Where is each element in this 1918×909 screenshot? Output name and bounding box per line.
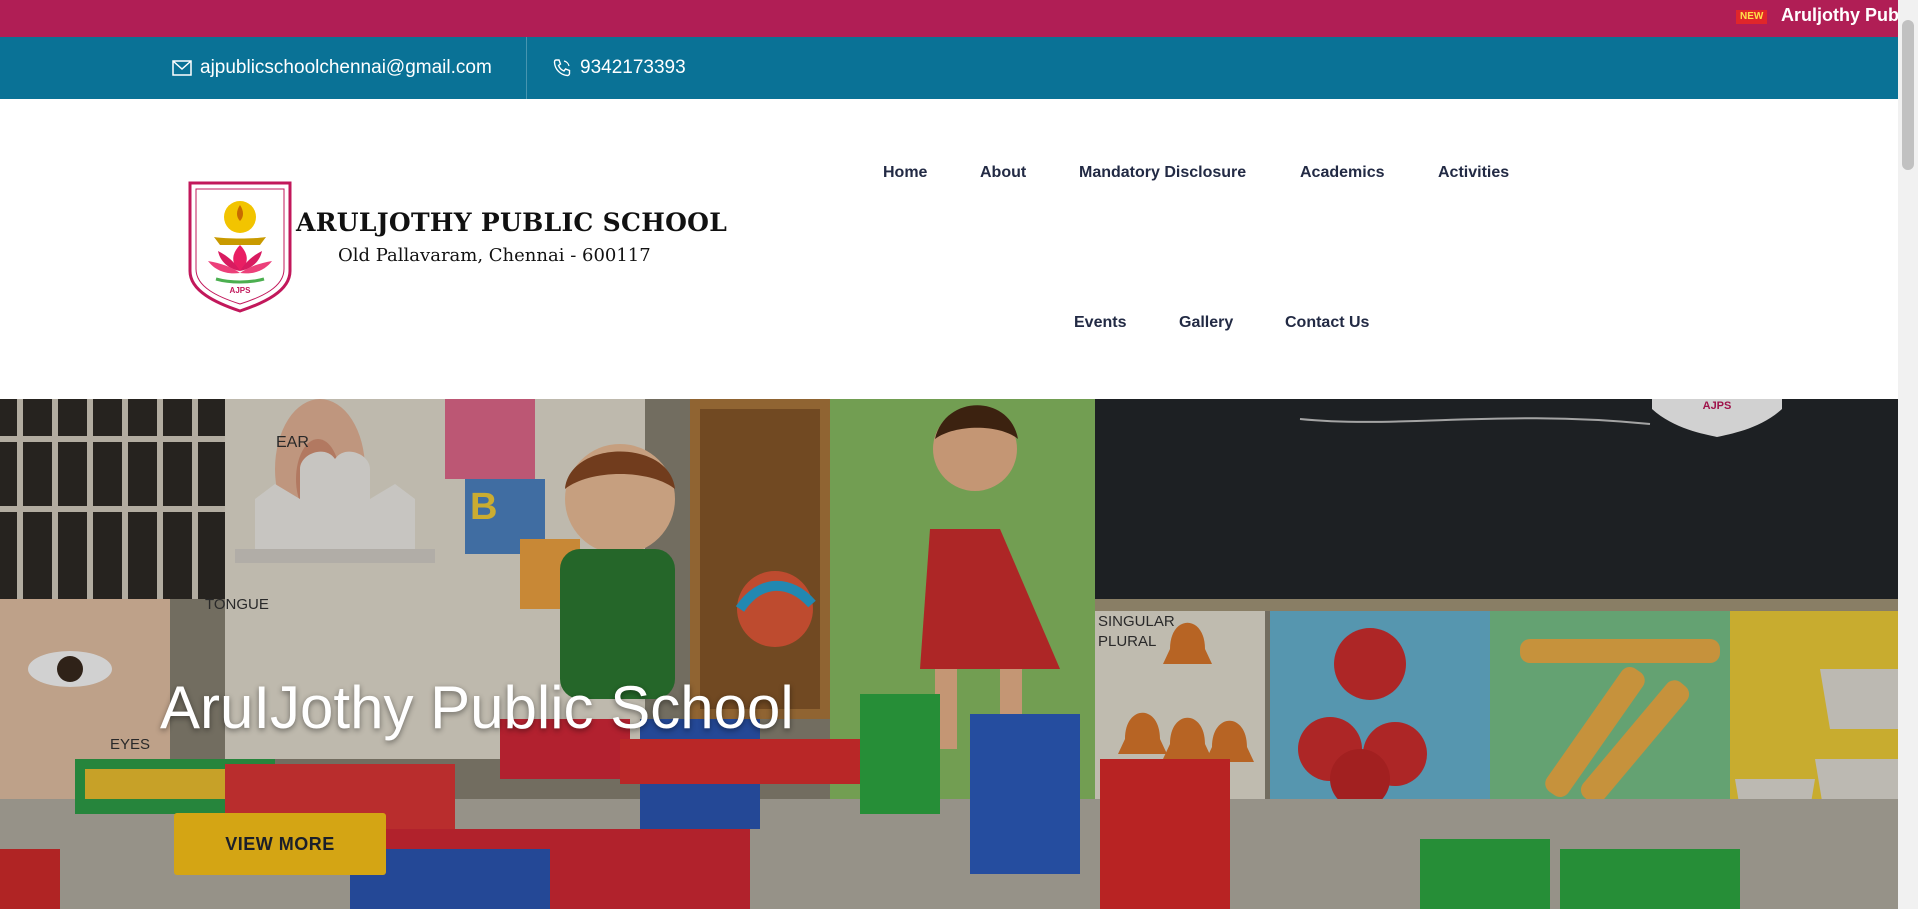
site-header: AJPS ARULJOTHY PUBLIC SCHOOL Old Pallava… [0, 99, 1898, 399]
nav-about[interactable]: About [980, 164, 1026, 182]
nav-gallery[interactable]: Gallery [1179, 314, 1233, 332]
email-text: ajpublicschoolchennai@gmail.com [200, 57, 492, 78]
nav-contact-us[interactable]: Contact Us [1285, 314, 1369, 332]
scrollbar-thumb[interactable] [1902, 20, 1914, 170]
email-link[interactable]: ajpublicschoolchennai@gmail.com [172, 37, 492, 99]
nav-events[interactable]: Events [1074, 314, 1126, 332]
hero-title: AruIJothy Public School [160, 674, 794, 741]
mail-icon [172, 60, 192, 76]
view-more-button[interactable]: VIEW MORE [174, 813, 386, 875]
school-name[interactable]: ARULJOTHY PUBLIC SCHOOL [296, 208, 727, 237]
school-logo[interactable]: AJPS [186, 179, 294, 318]
new-badge: NEW [1736, 10, 1768, 24]
news-ticker: NEW Aruljothy Public School [0, 0, 1898, 37]
logo-abbrev: AJPS [230, 286, 252, 295]
nav-academics[interactable]: Academics [1300, 164, 1385, 182]
contact-divider [526, 37, 527, 99]
school-crest-icon: AJPS [188, 181, 292, 313]
hero-slider[interactable]: EAR TONGUE EYES B AJPS SINGULAR PLURAL A… [0, 399, 1898, 909]
phone-text: 9342173393 [580, 57, 686, 78]
phone-link[interactable]: 9342173393 [552, 37, 686, 99]
nav-home[interactable]: Home [883, 164, 927, 182]
ticker-text[interactable]: Aruljothy Public School [1781, 5, 1898, 26]
nav-mandatory-disclosure[interactable]: Mandatory Disclosure [1079, 164, 1246, 182]
contact-bar: ajpublicschoolchennai@gmail.com 93421733… [0, 37, 1898, 99]
phone-icon [553, 59, 571, 77]
nav-activities[interactable]: Activities [1438, 164, 1509, 182]
school-address: Old Pallavaram, Chennai - 600117 [338, 245, 651, 266]
page-scrollbar[interactable] [1898, 0, 1918, 909]
